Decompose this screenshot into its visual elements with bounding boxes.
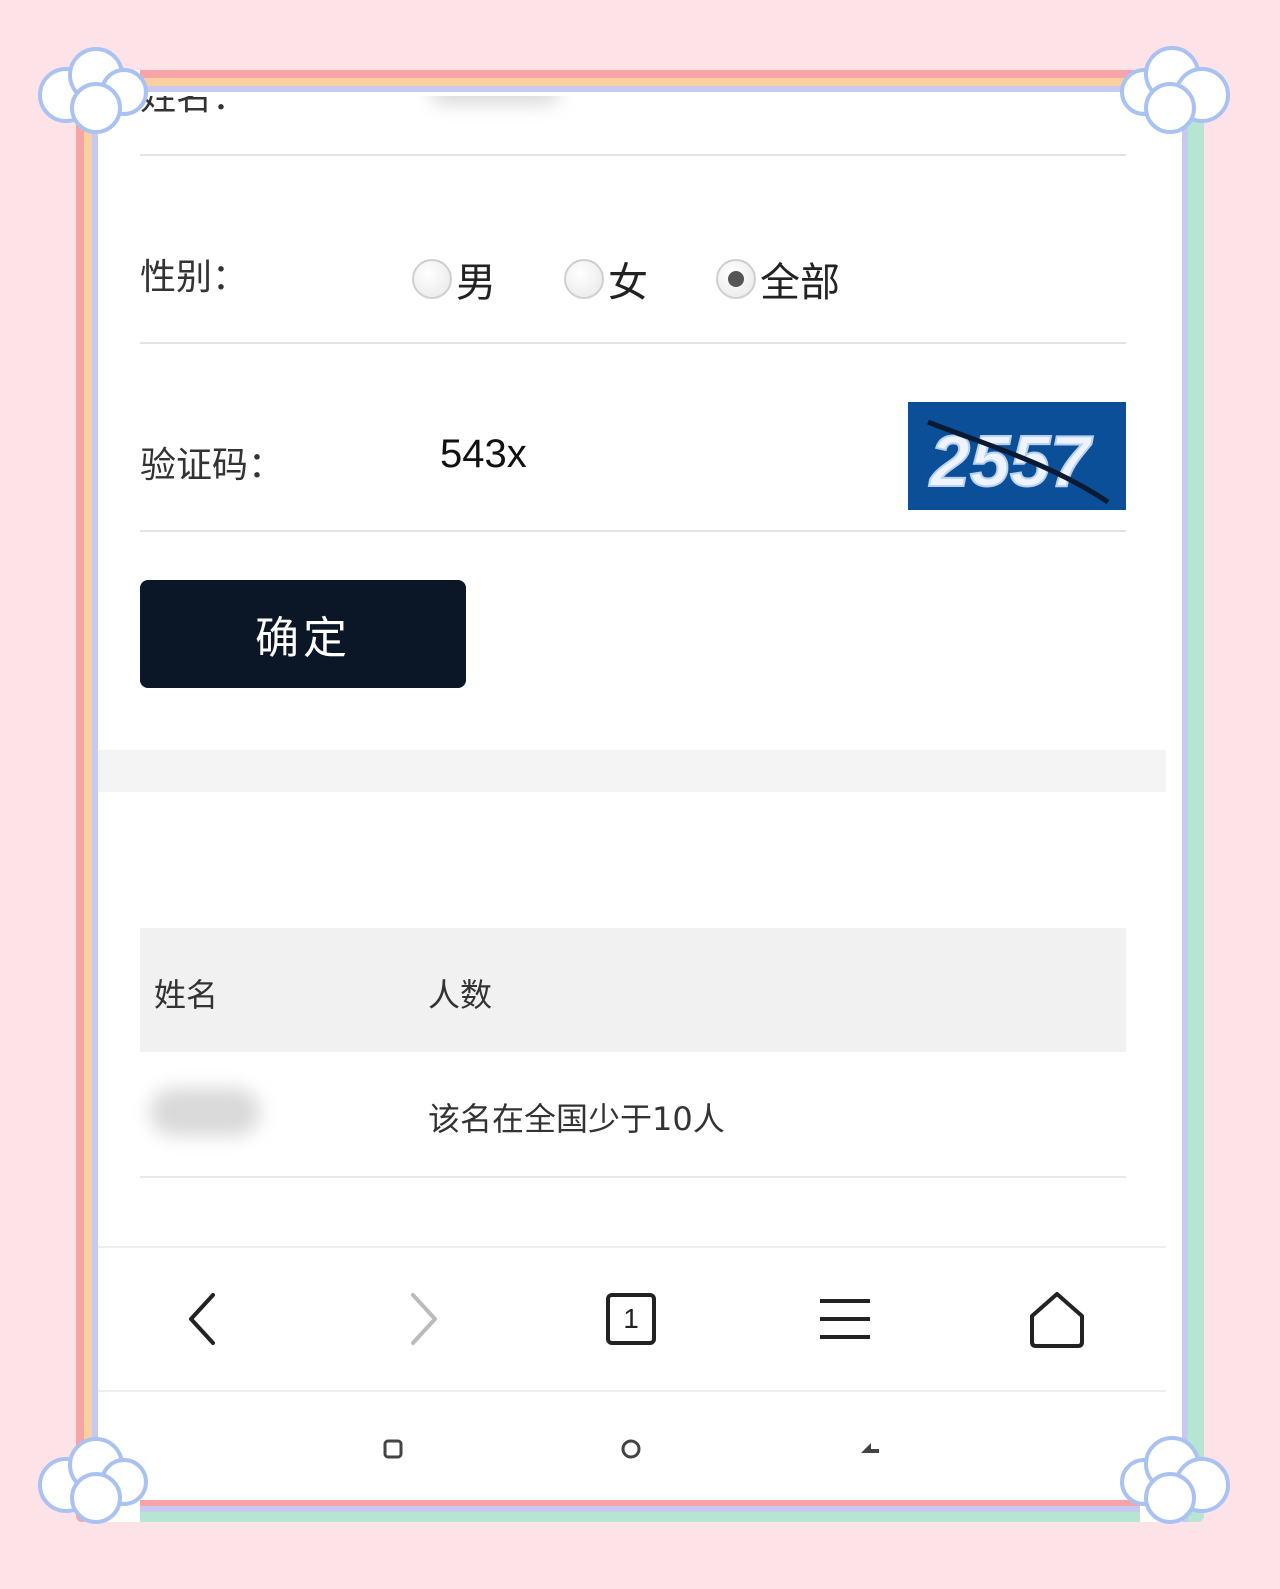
back-icon — [189, 1293, 215, 1345]
phone-screen: 姓名： 性别： 男 女 全部 验证码： 543x 2557 确定 姓名 人数 该… — [98, 96, 1166, 1496]
menu-button[interactable] — [810, 1284, 880, 1354]
radio-circle-female[interactable] — [564, 259, 604, 299]
cloud-decoration-bottom-left — [38, 1437, 148, 1524]
name-label: 姓名： — [140, 96, 249, 118]
header-count: 人数 — [428, 976, 493, 1014]
captcha-image[interactable]: 2557 — [908, 402, 1126, 510]
tab-count: 1 — [606, 1293, 656, 1345]
frame-top-stripe — [140, 70, 1140, 96]
circle-icon — [621, 1439, 641, 1459]
gender-option-male-label: 男 — [456, 260, 496, 306]
name-row: 姓名： — [140, 96, 1126, 156]
gender-option-female[interactable]: 女 — [564, 250, 648, 308]
gender-label: 性别： — [140, 257, 249, 298]
confirm-button[interactable]: 确定 — [140, 580, 466, 688]
frame-bottom-stripe — [140, 1496, 1140, 1522]
captcha-label: 验证码： — [140, 445, 285, 486]
home-icon — [1030, 1292, 1084, 1348]
cloud-decoration-bottom-right — [1120, 1436, 1230, 1524]
browser-toolbar: 1 — [98, 1246, 1166, 1392]
header-name: 姓名 — [154, 976, 219, 1014]
triangle-back-icon — [861, 1443, 879, 1453]
recent-apps-button[interactable] — [378, 1434, 408, 1464]
table-row: 该名在全国少于10人 — [140, 1052, 1126, 1178]
gender-option-all[interactable]: 全部 — [716, 250, 840, 308]
radio-circle-all-selected[interactable] — [716, 259, 756, 299]
home-button[interactable] — [1022, 1284, 1092, 1354]
table-header: 姓名 人数 — [140, 928, 1126, 1052]
gender-option-female-label: 女 — [608, 260, 648, 306]
hamburger-menu-icon — [820, 1299, 870, 1339]
cloud-decoration-top-right — [1120, 46, 1230, 134]
radio-circle-male[interactable] — [412, 259, 452, 299]
captcha-input[interactable]: 543x — [440, 432, 527, 477]
square-icon — [383, 1439, 403, 1459]
forward-button[interactable] — [388, 1284, 458, 1354]
cloud-decoration-top-left — [38, 47, 148, 134]
redacted-name-cell — [150, 1088, 260, 1136]
home-system-button[interactable] — [616, 1434, 646, 1464]
tabs-button[interactable]: 1 — [596, 1284, 666, 1354]
system-back-button[interactable] — [854, 1434, 884, 1464]
captcha-graphic: 2557 — [927, 419, 1110, 505]
count-cell: 该名在全国少于10人 — [428, 1100, 725, 1138]
back-button[interactable] — [168, 1284, 238, 1354]
section-divider — [98, 750, 1166, 792]
system-navigation-bar — [98, 1390, 1166, 1496]
gender-option-male[interactable]: 男 — [412, 250, 496, 308]
redacted-name-input[interactable] — [430, 96, 560, 104]
forward-icon — [411, 1293, 437, 1345]
gender-option-all-label: 全部 — [760, 260, 840, 306]
